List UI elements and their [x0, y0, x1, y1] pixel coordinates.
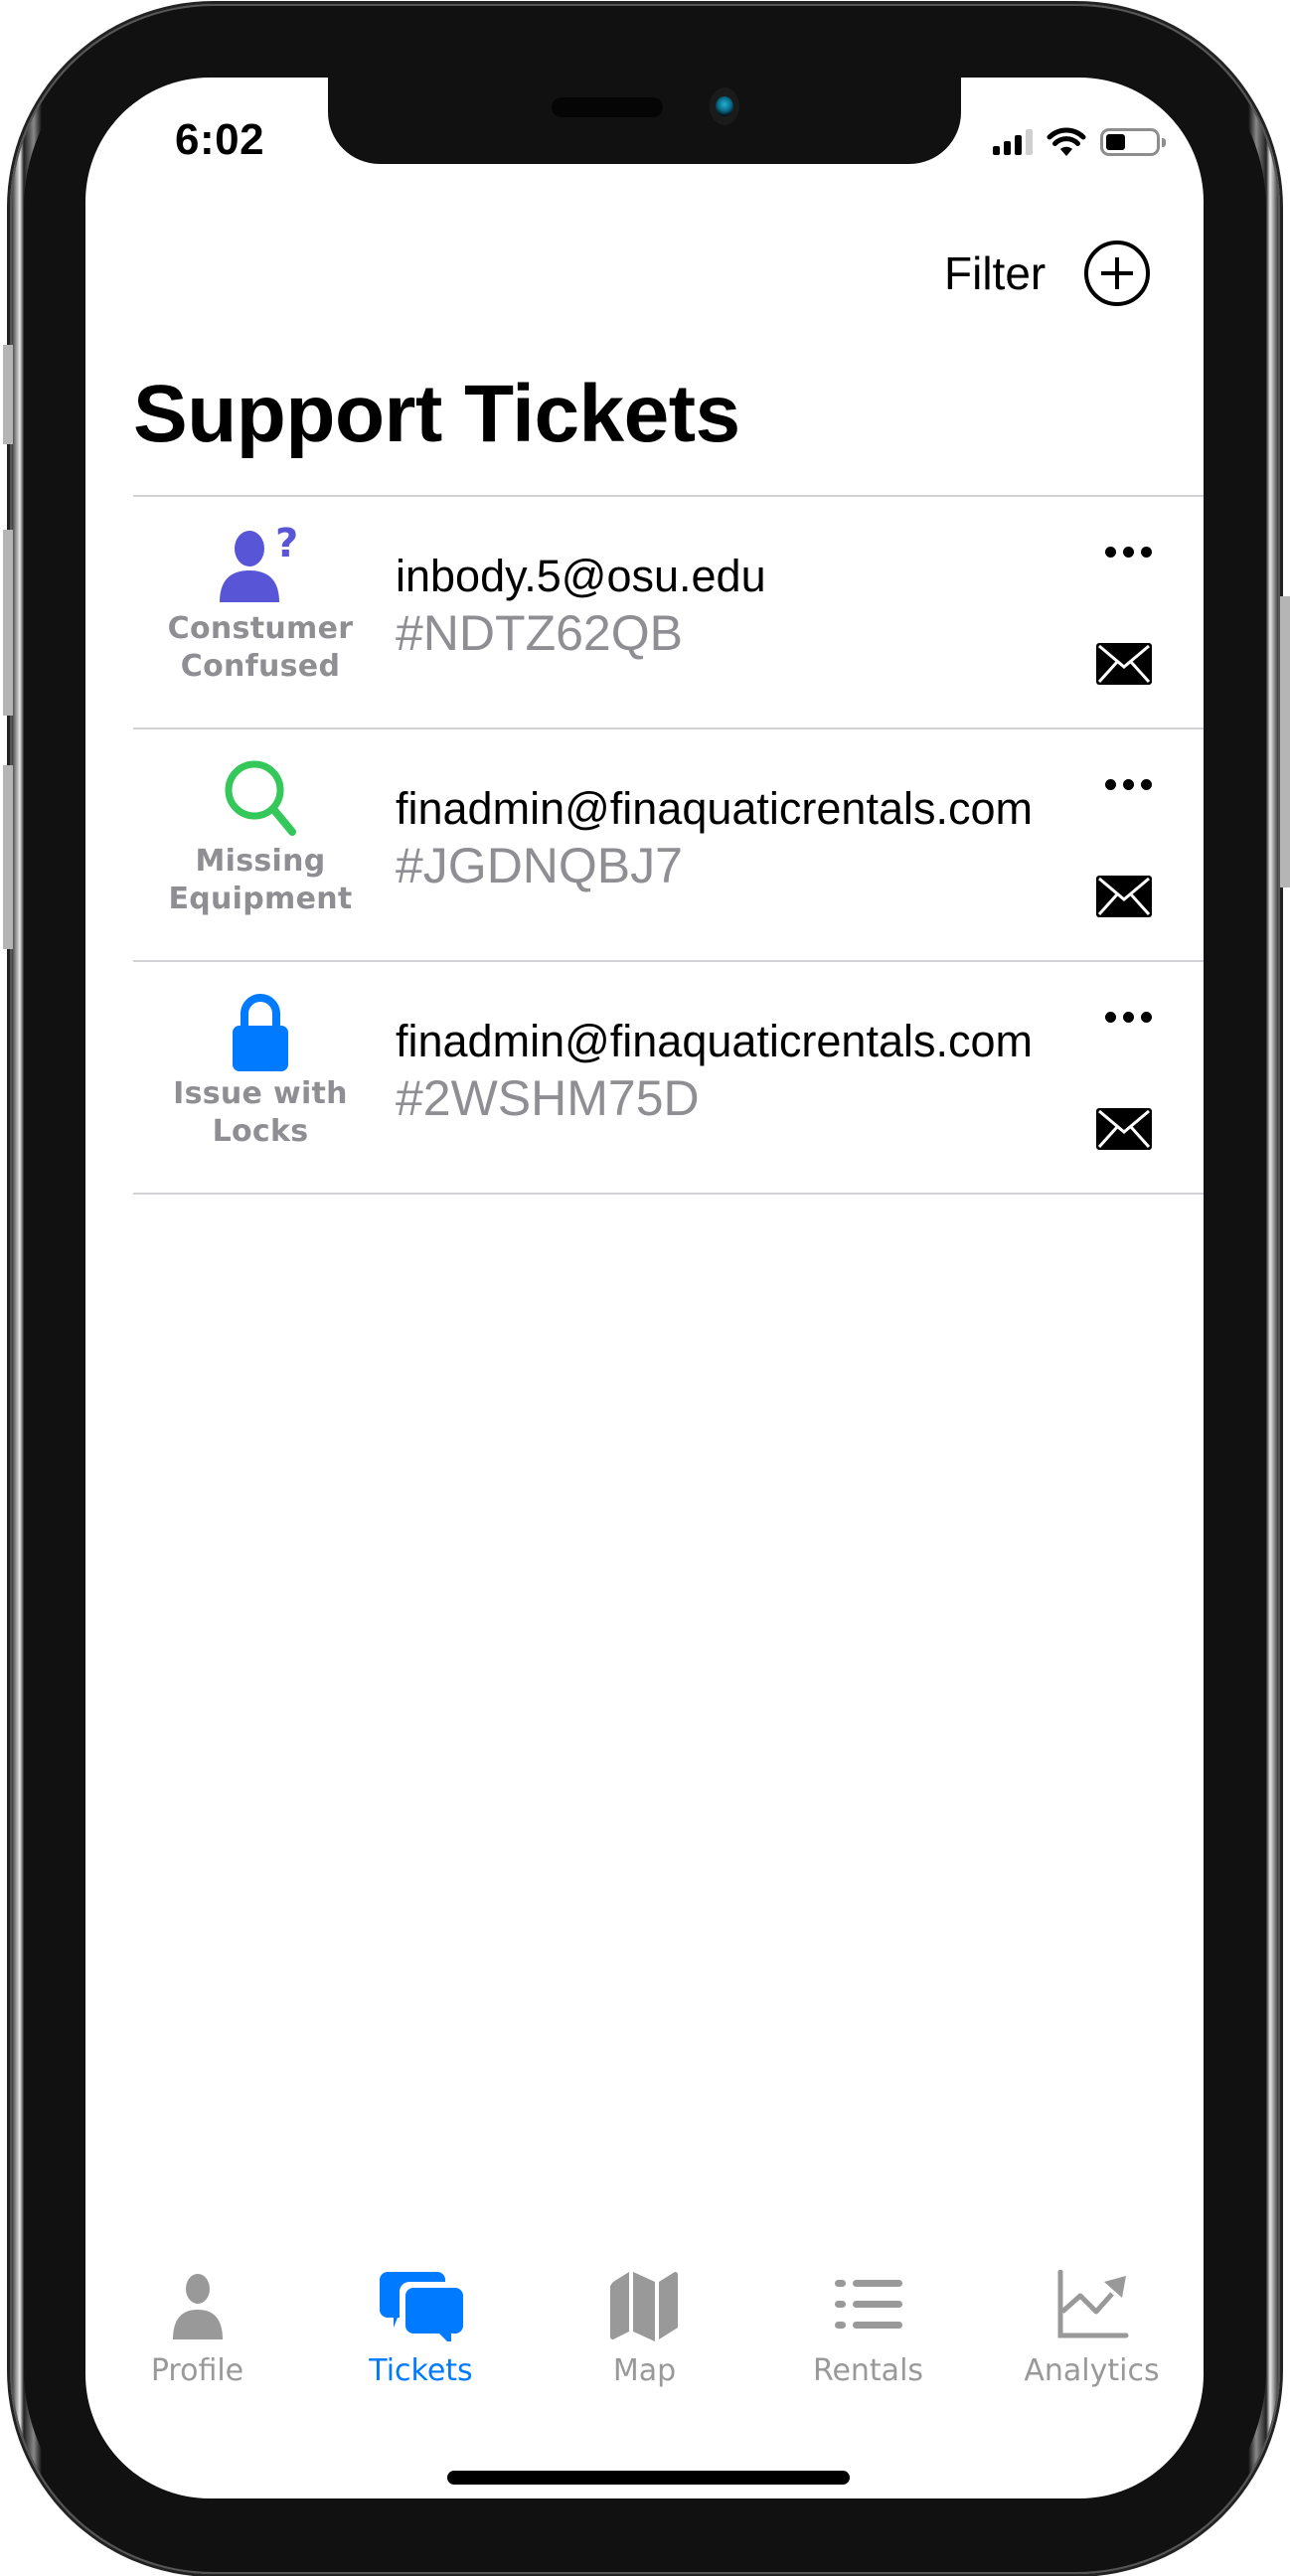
tab-map[interactable]: Map: [533, 2264, 756, 2403]
chat-bubbles-icon: [379, 2272, 463, 2341]
mute-switch: [3, 345, 13, 444]
svg-text:?: ?: [275, 525, 298, 566]
wifi-icon: [1047, 127, 1086, 156]
front-camera: [710, 87, 739, 125]
battery-level: [1106, 134, 1125, 150]
speaker: [552, 97, 663, 117]
category-label: Missing Equipment: [168, 844, 353, 916]
notch: [328, 78, 961, 164]
category-label: Issue with Locks: [173, 1076, 348, 1149]
tab-rentals[interactable]: Rentals: [756, 2264, 980, 2403]
ticket-email: finadmin@finaquaticrentals.com: [396, 783, 1033, 834]
volume-down-button: [3, 765, 13, 949]
ticket-id: #NDTZ62QB: [396, 605, 683, 661]
envelope-icon[interactable]: [1096, 876, 1152, 917]
map-icon: [609, 2271, 678, 2341]
tab-tickets[interactable]: Tickets: [309, 2264, 533, 2403]
status-icons: [993, 127, 1166, 157]
tab-label: Map: [612, 2353, 677, 2388]
battery-icon: [1100, 128, 1166, 156]
tab-label: Profile: [150, 2353, 244, 2388]
ticket-email: finadmin@finaquaticrentals.com: [396, 1016, 1033, 1066]
filter-button[interactable]: Filter: [944, 246, 1046, 300]
tab-bar: Profile Tickets Map Rentals Analytics: [85, 2264, 1204, 2403]
ticket-email: inbody.5@osu.edu: [396, 551, 766, 601]
lock-icon: [233, 994, 288, 1071]
tab-label: Rentals: [812, 2353, 924, 2388]
envelope-icon[interactable]: [1096, 643, 1152, 685]
person-icon: [172, 2274, 223, 2339]
ticket-row[interactable]: ? Constumer Confused inbody.5@osu.edu #N…: [133, 497, 1204, 729]
tab-label: Analytics: [1024, 2353, 1160, 2388]
person-question-icon: ?: [220, 525, 298, 602]
tab-profile[interactable]: Profile: [85, 2264, 309, 2403]
ticket-row[interactable]: Missing Equipment finadmin@finaquaticren…: [133, 729, 1204, 962]
ticket-category: ? Constumer Confused: [133, 497, 388, 727]
home-indicator[interactable]: [447, 2471, 850, 2485]
ticket-row[interactable]: Issue with Locks finadmin@finaquaticrent…: [133, 962, 1204, 1195]
chart-line-icon: [1057, 2270, 1128, 2338]
status-time: 6:02: [175, 115, 265, 164]
more-options-icon[interactable]: [1105, 779, 1152, 790]
volume-up-button: [3, 530, 13, 716]
more-options-icon[interactable]: [1105, 547, 1152, 558]
plus-circle-icon[interactable]: [1084, 241, 1150, 306]
tab-analytics[interactable]: Analytics: [980, 2264, 1204, 2403]
tab-label: Tickets: [369, 2353, 473, 2388]
category-label: Constumer Confused: [167, 611, 354, 684]
ticket-id: #2WSHM75D: [396, 1070, 700, 1126]
ticket-category: Issue with Locks: [133, 962, 388, 1193]
magnifying-glass-icon: [225, 760, 296, 836]
screen: 6:02 Filter Support Tickets ? Constumer …: [85, 78, 1204, 2498]
power-button: [1280, 596, 1290, 887]
ticket-list: ? Constumer Confused inbody.5@osu.edu #N…: [133, 495, 1204, 1195]
page-title: Support Tickets: [133, 369, 740, 459]
list-icon: [834, 2280, 902, 2329]
ticket-category: Missing Equipment: [133, 729, 388, 960]
ticket-id: #JGDNQBJ7: [396, 838, 683, 893]
more-options-icon[interactable]: [1105, 1012, 1152, 1023]
cellular-signal-icon: [993, 129, 1033, 155]
envelope-icon[interactable]: [1096, 1108, 1152, 1150]
